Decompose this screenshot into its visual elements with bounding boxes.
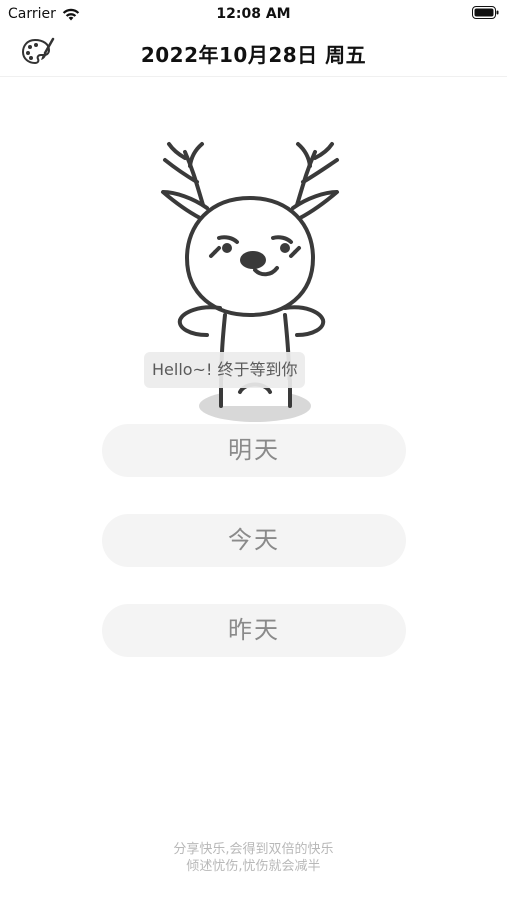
tomorrow-button[interactable]: 明天 [102,424,406,477]
greeting-bubble: Hello~! 终于等到你 [144,352,306,388]
footer-line-2: 倾述忧伤,忧伤就会减半 [186,859,321,874]
today-button[interactable]: 今天 [102,514,406,567]
yesterday-button[interactable]: 昨天 [102,604,406,657]
battery-icon [472,6,499,19]
status-time: 12:08 AM [216,6,291,22]
footer-quote: 分享快乐,会得到双倍的快乐 倾述忧伤,忧伤就会减半 [0,841,507,875]
app-screen: Carrier 12:08 AM 2022年10月28日 周五 Hello~! … [0,0,507,900]
status-bar: Carrier 12:08 AM [0,0,507,28]
page-title: 2022年10月28日 周五 [140,43,367,67]
footer-line-1: 分享快乐,会得到双倍的快乐 [173,842,334,857]
nav-bar: 2022年10月28日 周五 [0,28,507,77]
